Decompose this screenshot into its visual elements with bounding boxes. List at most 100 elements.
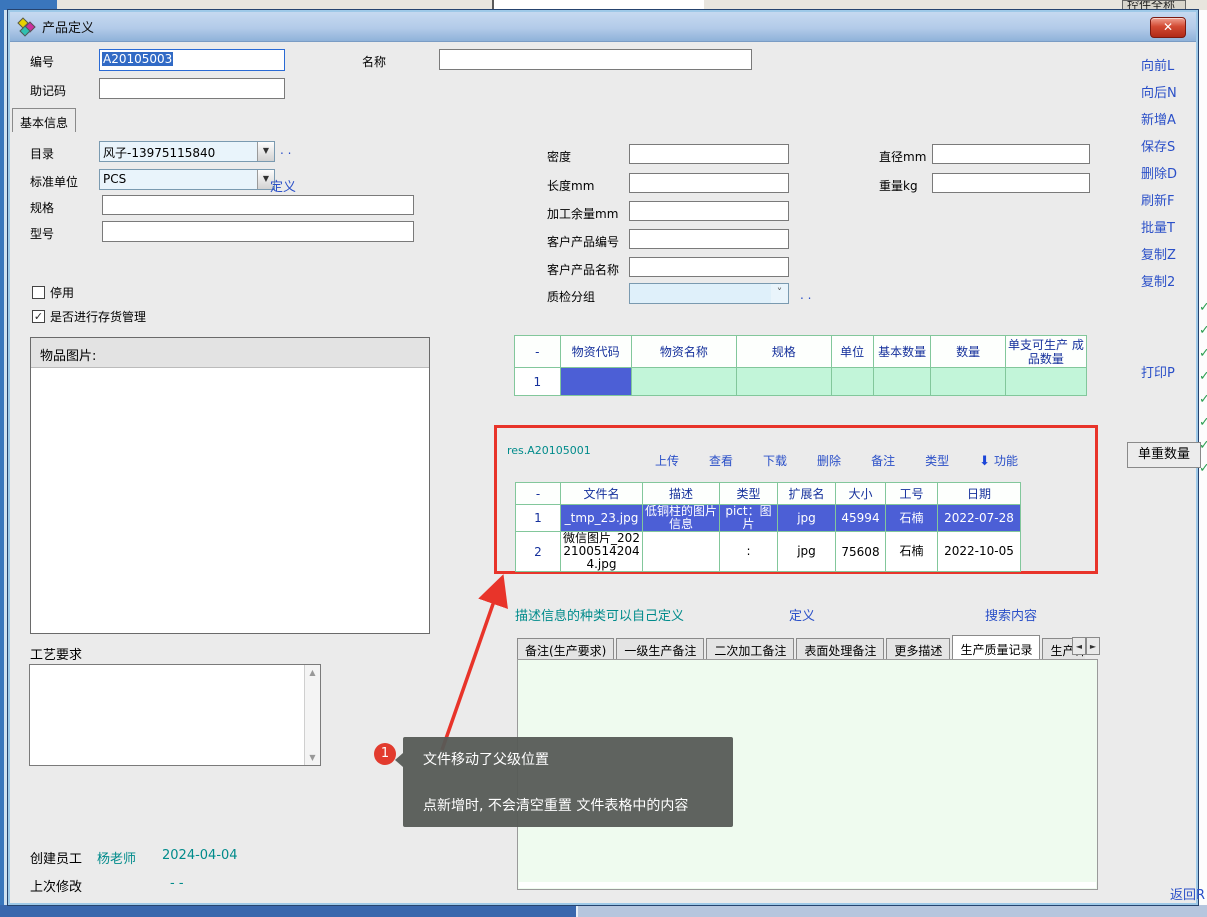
nav-refresh-link[interactable]: 刷新F xyxy=(1141,190,1174,209)
scroll-down-icon[interactable]: ▼ xyxy=(305,750,320,765)
file-cell-size[interactable]: 45994 xyxy=(836,505,886,532)
materials-cell[interactable] xyxy=(737,368,831,396)
materials-col-name[interactable]: 物资名称 xyxy=(631,336,737,368)
disabled-checkbox[interactable] xyxy=(32,286,45,299)
materials-col-qty[interactable]: 数量 xyxy=(931,336,1005,368)
tab-basic-info[interactable]: 基本信息 xyxy=(12,108,76,132)
tab-secondary-note[interactable]: 二次加工备注 xyxy=(706,638,794,659)
qc-group-combo[interactable]: ˅ xyxy=(629,283,789,304)
tab-more-desc[interactable]: 更多描述 xyxy=(886,638,950,659)
file-col-ext[interactable]: 扩展名 xyxy=(778,483,836,505)
customer-code-input[interactable] xyxy=(629,229,789,249)
inventory-checkbox-row[interactable]: ✓ 是否进行存货管理 xyxy=(32,308,146,325)
type-link[interactable]: 类型 xyxy=(925,452,949,469)
file-col-type[interactable]: 类型 xyxy=(720,483,778,505)
delete-link[interactable]: 删除 xyxy=(817,452,841,469)
close-button[interactable]: ✕ xyxy=(1150,17,1186,38)
materials-cell[interactable] xyxy=(831,368,873,396)
materials-cell[interactable] xyxy=(631,368,737,396)
scrollbar[interactable]: ▲ ▼ xyxy=(304,665,320,765)
upload-link[interactable]: 上传 xyxy=(655,452,679,469)
materials-cell-selected[interactable] xyxy=(560,368,631,396)
file-row-selected[interactable]: 1 _tmp_23.jpg 低铜柱的图片信息 pict：图片 jpg 45994… xyxy=(516,505,1021,532)
tab-note-production[interactable]: 备注(生产要求) xyxy=(517,638,614,659)
file-col-size[interactable]: 大小 xyxy=(836,483,886,505)
unit-combo[interactable]: PCS ▼ xyxy=(99,169,275,190)
file-cell-ext[interactable]: jpg xyxy=(778,532,836,572)
note-link[interactable]: 备注 xyxy=(871,452,895,469)
allowance-input[interactable] xyxy=(629,201,789,221)
diameter-input[interactable] xyxy=(932,144,1090,164)
scroll-right-icon[interactable]: ► xyxy=(1086,637,1100,655)
tab-level1-note[interactable]: 一级生产备注 xyxy=(616,638,704,659)
function-link[interactable]: ⬇功能 xyxy=(979,452,1018,469)
customer-name-input[interactable] xyxy=(629,257,789,277)
nav-new-link[interactable]: 新增A xyxy=(1141,109,1176,128)
code-input[interactable]: A20105003 xyxy=(99,49,285,71)
file-cell-filename[interactable]: _tmp_23.jpg xyxy=(561,505,643,532)
file-cell-date[interactable]: 2022-07-28 xyxy=(938,505,1021,532)
density-input[interactable] xyxy=(629,144,789,164)
file-col-filename[interactable]: 文件名 xyxy=(561,483,643,505)
file-cell-type[interactable]: pict：图片 xyxy=(720,505,778,532)
scroll-left-icon[interactable]: ◄ xyxy=(1072,637,1086,655)
weight-input[interactable] xyxy=(932,173,1090,193)
search-content-link[interactable]: 搜索内容 xyxy=(985,605,1037,624)
file-cell-size[interactable]: 75608 xyxy=(836,532,886,572)
catalog-more-link[interactable]: . . xyxy=(280,143,291,157)
mnemonic-input[interactable] xyxy=(99,78,285,99)
file-col-date[interactable]: 日期 xyxy=(938,483,1021,505)
view-link[interactable]: 查看 xyxy=(709,452,733,469)
materials-cell[interactable] xyxy=(1005,368,1086,396)
unit-weight-qty-button[interactable]: 单重数量 xyxy=(1127,442,1201,468)
inventory-checkbox-checked[interactable]: ✓ xyxy=(32,310,45,323)
process-requirement-textarea[interactable]: ▲ ▼ xyxy=(29,664,321,766)
materials-col-per-piece[interactable]: 单支可生产 成品数量 xyxy=(1005,336,1086,368)
chevron-down-icon[interactable]: ˅ xyxy=(771,284,788,303)
file-cell-desc[interactable]: 低铜柱的图片信息 xyxy=(643,505,720,532)
unit-define-link[interactable]: 定义 xyxy=(270,176,296,195)
tab-quality-record[interactable]: 生产质量记录 xyxy=(952,635,1040,659)
nav-copy-link[interactable]: 复制Z xyxy=(1141,244,1176,263)
model-label: 型号 xyxy=(30,225,54,242)
file-col-desc[interactable]: 描述 xyxy=(643,483,720,505)
file-cell-type[interactable]: : xyxy=(720,532,778,572)
nav-batch-link[interactable]: 批量T xyxy=(1141,217,1175,236)
materials-col-unit[interactable]: 单位 xyxy=(831,336,873,368)
define-link[interactable]: 定义 xyxy=(789,605,815,624)
file-row[interactable]: 2 微信图片_20221005142044.jpg : jpg 75608 石楠… xyxy=(516,532,1021,572)
return-link[interactable]: 返回R xyxy=(1170,884,1205,903)
nav-copy2-link[interactable]: 复制2 xyxy=(1141,271,1175,290)
file-cell-filename[interactable]: 微信图片_20221005142044.jpg xyxy=(561,532,643,572)
qc-group-more-link[interactable]: . . xyxy=(800,288,811,302)
download-link[interactable]: 下载 xyxy=(763,452,787,469)
nav-backward-link[interactable]: 向后N xyxy=(1141,82,1177,101)
name-input[interactable] xyxy=(439,49,752,70)
materials-col-spec[interactable]: 规格 xyxy=(737,336,831,368)
nav-save-link[interactable]: 保存S xyxy=(1141,136,1175,155)
spec-input[interactable] xyxy=(102,195,414,215)
disabled-checkbox-row[interactable]: 停用 xyxy=(32,284,74,301)
file-cell-desc[interactable] xyxy=(643,532,720,572)
file-cell-worker[interactable]: 石楠 xyxy=(886,505,938,532)
print-link[interactable]: 打印P xyxy=(1141,362,1175,381)
file-cell-worker[interactable]: 石楠 xyxy=(886,532,938,572)
materials-col-code[interactable]: 物资代码 xyxy=(560,336,631,368)
length-input[interactable] xyxy=(629,173,789,193)
model-input[interactable] xyxy=(102,221,414,242)
nav-delete-link[interactable]: 删除D xyxy=(1141,163,1177,182)
scroll-up-icon[interactable]: ▲ xyxy=(305,665,320,680)
name-label: 名称 xyxy=(362,53,386,70)
file-cell-date[interactable]: 2022-10-05 xyxy=(938,532,1021,572)
file-cell-ext[interactable]: jpg xyxy=(778,505,836,532)
tab-surface-note[interactable]: 表面处理备注 xyxy=(796,638,884,659)
chevron-down-icon[interactable]: ▼ xyxy=(257,142,274,161)
file-col-worker[interactable]: 工号 xyxy=(886,483,938,505)
catalog-combo[interactable]: 风子-13975115840 ▼ xyxy=(99,141,275,162)
materials-col-baseqty[interactable]: 基本数量 xyxy=(873,336,931,368)
materials-cell[interactable] xyxy=(931,368,1005,396)
dialog-titlebar[interactable]: 产品定义 ✕ xyxy=(10,12,1196,42)
nav-forward-link[interactable]: 向前L xyxy=(1141,55,1174,74)
materials-cell[interactable] xyxy=(873,368,931,396)
materials-row[interactable]: 1 xyxy=(515,368,1087,396)
